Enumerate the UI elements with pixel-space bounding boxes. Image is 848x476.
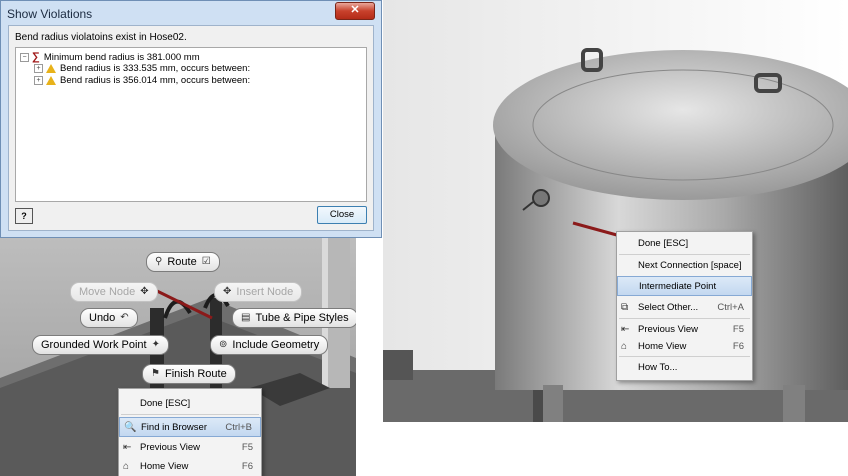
menu-item-label: Done [ESC] <box>638 237 689 249</box>
show-violations-dialog: Show Violations ✕ Bend radius violatoins… <box>0 0 382 238</box>
undo-button[interactable]: Undo ↶ <box>80 308 138 328</box>
dialog-close-x-button[interactable]: ✕ <box>335 2 375 20</box>
left-3d-viewport[interactable]: ⚲ Route ☑ Move Node ✥ ✥ Insert Node Undo… <box>0 238 356 476</box>
move-node-label: Move Node <box>79 286 136 298</box>
collapse-icon[interactable]: − <box>20 52 29 62</box>
menu-item-label: Next Connection [space] <box>638 259 742 271</box>
finish-route-button[interactable]: ⚑ Finish Route <box>142 364 236 384</box>
tree-row-label: Bend radius is 356.014 mm, occurs betwee… <box>60 75 251 86</box>
insert-node-label: Insert Node <box>236 286 294 298</box>
nozzle <box>532 189 550 207</box>
menu-item-home-view[interactable]: ⌂ Home View F6 <box>119 456 261 476</box>
tree-row-label: Minimum bend radius is 381.000 mm <box>43 51 200 63</box>
menu-item-how-to[interactable]: How To... <box>617 357 752 377</box>
menu-item-shortcut: F5 <box>732 323 744 335</box>
menu-item-home-view[interactable]: ⌂ Home View F6 <box>617 336 752 356</box>
violation-message: Bend radius violatoins exist in Hose02. <box>15 32 187 43</box>
menu-item-done[interactable]: Done [ESC] <box>119 393 261 413</box>
menu-item-label: Home View <box>140 460 189 472</box>
menu-item-shortcut: F6 <box>241 460 253 472</box>
menu-item-label: Select Other... <box>638 301 699 313</box>
menu-item-label: How To... <box>638 361 678 373</box>
warning-icon <box>46 64 56 73</box>
tree-row-label: Bend radius is 333.535 mm, occurs betwee… <box>60 63 251 74</box>
find-in-browser-icon: 🔍 <box>124 421 137 433</box>
finish-route-label: Finish Route <box>164 368 227 380</box>
menu-item-done[interactable]: Done [ESC] <box>617 233 752 253</box>
work-point-icon: ✦ <box>151 339 160 350</box>
undo-icon: ↶ <box>120 312 129 323</box>
menu-item-shortcut: Ctrl+B <box>225 421 252 433</box>
menu-item-shortcut: F5 <box>241 441 253 453</box>
menu-item-label: Previous View <box>140 441 201 453</box>
menu-item-label: Intermediate Point <box>639 280 717 292</box>
select-other-icon: ⧉ <box>621 301 629 313</box>
violations-tree[interactable]: − ∑ Minimum bend radius is 381.000 mm + … <box>15 47 367 202</box>
previous-view-icon: ⇤ <box>123 441 132 453</box>
include-geometry-icon: ⊚ <box>219 339 228 350</box>
insert-node-icon: ✥ <box>223 286 232 297</box>
right-3d-viewport[interactable]: Done [ESC] Next Connection [space] Inter… <box>383 0 848 422</box>
close-button[interactable]: Close <box>317 206 367 224</box>
dialog-title: Show Violations <box>7 7 93 21</box>
grounded-work-point-button[interactable]: Grounded Work Point ✦ <box>32 335 169 355</box>
menu-item-shortcut: Ctrl+A <box>717 301 744 313</box>
menu-separator <box>121 414 259 415</box>
tree-row-warning[interactable]: + Bend radius is 333.535 mm, occurs betw… <box>34 63 250 74</box>
menu-item-intermediate-point[interactable]: Intermediate Point <box>617 276 752 296</box>
route-label: Route <box>167 256 197 268</box>
include-geometry-button[interactable]: ⊚ Include Geometry <box>210 335 329 355</box>
styles-icon: ▤ <box>241 312 251 323</box>
menu-item-next-connection[interactable]: Next Connection [space] <box>617 255 752 275</box>
tube-pipe-styles-label: Tube & Pipe Styles <box>255 312 349 324</box>
route-button[interactable]: ⚲ Route ☑ <box>146 252 220 272</box>
menu-item-label: Home View <box>638 340 687 352</box>
finish-route-icon: ⚑ <box>151 368 160 379</box>
insert-node-button[interactable]: ✥ Insert Node <box>214 282 303 302</box>
include-geometry-label: Include Geometry <box>232 339 320 351</box>
menu-item-find-in-browser[interactable]: 🔍 Find in Browser Ctrl+B <box>119 417 261 437</box>
move-node-button[interactable]: Move Node ✥ <box>70 282 158 302</box>
dialog-body: Bend radius violatoins exist in Hose02. … <box>8 25 374 231</box>
grounded-work-point-label: Grounded Work Point <box>41 339 147 351</box>
left-context-menu: Done [ESC] 🔍 Find in Browser Ctrl+B ⇤ Pr… <box>118 388 262 476</box>
sigma-icon: ∑ <box>32 51 40 63</box>
undo-label: Undo <box>89 312 116 324</box>
menu-item-label: Previous View <box>638 323 699 335</box>
move-node-icon: ✥ <box>140 286 149 297</box>
help-button[interactable]: ? <box>15 208 33 224</box>
expand-icon[interactable]: + <box>34 64 43 73</box>
menu-item-select-other[interactable]: ⧉ Select Other... Ctrl+A <box>617 297 752 317</box>
tree-row-warning[interactable]: + Bend radius is 356.014 mm, occurs betw… <box>34 75 250 86</box>
route-icon: ⚲ <box>155 256 163 267</box>
menu-item-label: Find in Browser <box>141 421 207 433</box>
previous-view-icon: ⇤ <box>621 323 630 335</box>
expand-icon[interactable]: + <box>34 76 43 85</box>
home-view-icon: ⌂ <box>621 340 628 352</box>
tree-row-root[interactable]: − ∑ Minimum bend radius is 381.000 mm <box>20 51 200 63</box>
right-context-menu: Done [ESC] Next Connection [space] Inter… <box>616 231 753 381</box>
home-view-icon: ⌂ <box>123 460 130 472</box>
menu-item-label: Done [ESC] <box>140 397 191 409</box>
warning-icon <box>46 76 56 85</box>
tube-pipe-styles-button[interactable]: ▤ Tube & Pipe Styles <box>232 308 356 328</box>
check-icon: ☑ <box>201 256 211 267</box>
menu-item-shortcut: F6 <box>732 340 744 352</box>
menu-item-previous-view[interactable]: ⇤ Previous View F5 <box>119 437 261 457</box>
